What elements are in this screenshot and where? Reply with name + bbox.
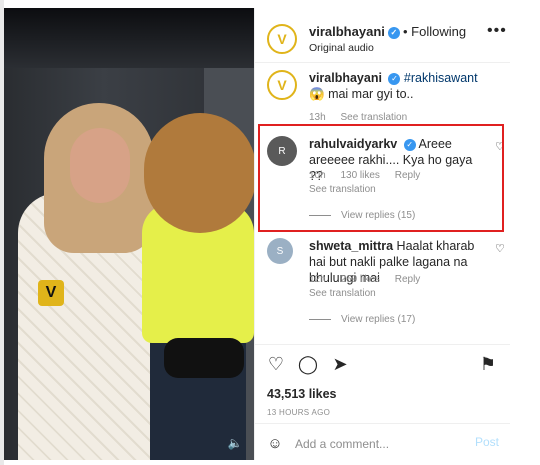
- share-icon[interactable]: ➤: [329, 353, 351, 375]
- header-divider: [255, 62, 511, 63]
- comment-time: 12h: [309, 274, 326, 285]
- avatar[interactable]: V: [267, 70, 297, 100]
- instagram-post-window: V 🔈 V viralbhayani ✓ • Following Original…: [0, 0, 540, 465]
- post-author[interactable]: viralbhayani ✓: [309, 24, 400, 39]
- hashtag-link[interactable]: #rakhisawant: [404, 71, 478, 85]
- following-status[interactable]: • Following: [403, 24, 466, 39]
- view-replies-button[interactable]: View replies (17): [309, 314, 415, 325]
- post-author-name[interactable]: viralbhayani: [309, 24, 385, 39]
- emoji-icon[interactable]: ☺: [265, 434, 285, 454]
- audio-label[interactable]: Original audio: [309, 42, 374, 54]
- comment-meta: 12h 269 likes Reply: [309, 274, 432, 285]
- bookmark-icon[interactable]: ⚑: [477, 353, 499, 375]
- caption-body: mai mar gyi to..: [328, 87, 414, 101]
- post-sidebar: V viralbhayani ✓ • Following Original aud…: [254, 8, 511, 460]
- emoji: 😱: [309, 87, 325, 101]
- comment-likes[interactable]: 269 likes: [340, 274, 379, 285]
- heart-icon[interactable]: ♡: [265, 353, 287, 375]
- caption-text: viralbhayani ✓ #rakhisawant 😱 mai mar gy…: [309, 70, 489, 102]
- add-comment-bar: ☺ Post: [255, 423, 511, 461]
- caption-author[interactable]: viralbhayani: [309, 71, 382, 85]
- caption-time: 13h: [309, 112, 326, 123]
- volume-icon[interactable]: 🔈: [226, 434, 244, 452]
- post-timestamp: 13 HOURS AGO: [267, 408, 331, 417]
- post-header: V viralbhayani ✓ • Following Original aud…: [263, 20, 506, 56]
- post-actions: ♡ ◯ ➤ ⚑ 43,513 likes 13 HOURS AGO ☺ Post: [255, 344, 511, 460]
- verified-icon: ✓: [388, 73, 401, 85]
- avatar[interactable]: S: [267, 238, 293, 264]
- highlight-box: [258, 124, 504, 232]
- see-translation-link[interactable]: See translation: [340, 112, 407, 123]
- more-horizontal-icon[interactable]: •••: [487, 22, 507, 40]
- view-replies-label[interactable]: View replies (17): [341, 314, 415, 325]
- comment-icon[interactable]: ◯: [297, 353, 319, 375]
- video-ceiling: [4, 8, 254, 68]
- comment-input[interactable]: [295, 434, 455, 454]
- person-left-face: [70, 128, 130, 203]
- person-right-bag: [164, 338, 244, 378]
- verified-icon: ✓: [387, 27, 400, 39]
- right-edge: [510, 8, 540, 460]
- post-button[interactable]: Post: [475, 435, 499, 449]
- caption-meta: 13h See translation: [309, 112, 419, 123]
- post-video[interactable]: V 🔈: [4, 8, 254, 460]
- comment-author[interactable]: shweta_mittra: [309, 239, 393, 253]
- person-right-hair: [144, 113, 254, 233]
- viral-logo-watermark: V: [38, 280, 64, 306]
- likes-count[interactable]: 43,513 likes: [267, 387, 337, 401]
- see-translation-link[interactable]: See translation: [309, 288, 376, 299]
- reply-button[interactable]: Reply: [395, 274, 421, 285]
- avatar[interactable]: V: [267, 24, 297, 54]
- replies-line: [309, 318, 331, 320]
- heart-icon[interactable]: ♡: [495, 242, 505, 255]
